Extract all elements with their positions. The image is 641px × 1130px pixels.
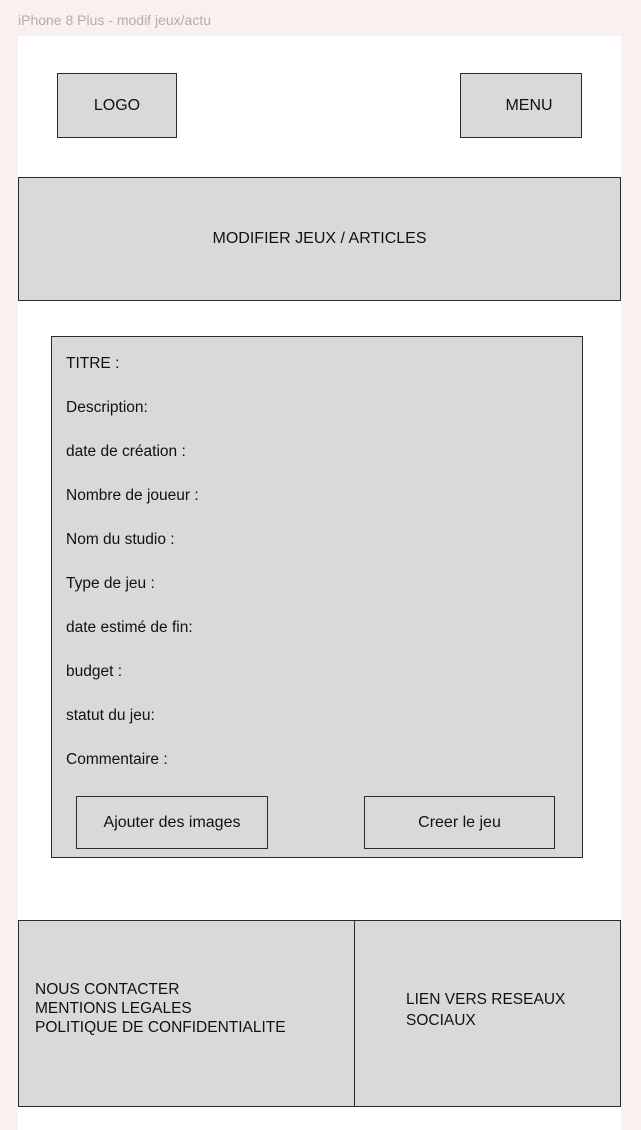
field-studio-name[interactable]: Nom du studio :: [66, 531, 175, 549]
field-description[interactable]: Description:: [66, 399, 148, 417]
field-game-type[interactable]: Type de jeu :: [66, 575, 155, 593]
logo[interactable]: LOGO: [57, 73, 177, 138]
game-form: TITRE : Description: date de création : …: [51, 336, 583, 858]
field-comment[interactable]: Commentaire :: [66, 751, 168, 769]
field-title[interactable]: TITRE :: [66, 355, 119, 373]
add-images-button[interactable]: Ajouter des images: [76, 796, 268, 849]
page-title-banner: MODIFIER JEUX / ARTICLES: [18, 177, 621, 301]
footer-links-panel: NOUS CONTACTER MENTIONS LEGALES POLITIQU…: [18, 920, 356, 1107]
frame-label: iPhone 8 Plus - modif jeux/actu: [18, 12, 211, 28]
menu-button[interactable]: MENU: [460, 73, 582, 138]
field-player-count[interactable]: Nombre de joueur :: [66, 487, 199, 505]
footer-social-panel: LIEN VERS RESEAUX SOCIAUX: [354, 920, 621, 1107]
contact-link[interactable]: NOUS CONTACTER: [35, 980, 286, 999]
phone-frame: LOGO MENU MODIFIER JEUX / ARTICLES TITRE…: [18, 36, 621, 1130]
field-game-status[interactable]: statut du jeu:: [66, 707, 155, 725]
privacy-policy-link[interactable]: POLITIQUE DE CONFIDENTIALITE: [35, 1018, 286, 1037]
field-estimated-end-date[interactable]: date estimé de fin:: [66, 619, 193, 637]
field-creation-date[interactable]: date de création :: [66, 443, 186, 461]
field-budget[interactable]: budget :: [66, 663, 122, 681]
social-links[interactable]: LIEN VERS RESEAUX SOCIAUX: [406, 989, 596, 1031]
legal-notice-link[interactable]: MENTIONS LEGALES: [35, 999, 286, 1018]
footer-links: NOUS CONTACTER MENTIONS LEGALES POLITIQU…: [35, 980, 286, 1037]
create-game-button[interactable]: Creer le jeu: [364, 796, 555, 849]
